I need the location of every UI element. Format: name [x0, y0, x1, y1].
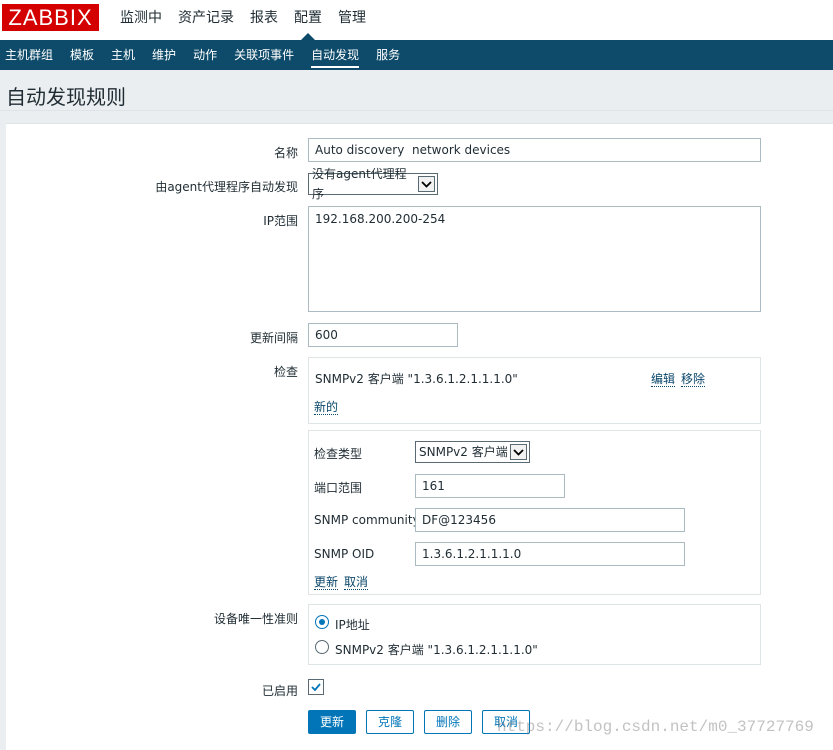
uniqueness-radio-snmp[interactable]	[315, 640, 329, 654]
main-nav-administration[interactable]: 管理	[330, 0, 374, 40]
uniqueness-option-snmp[interactable]: SNMPv2 客户端 "1.3.6.1.2.1.1.1.0"	[335, 641, 538, 658]
sub-nav: 主机群组 模板 主机 维护 动作 关联项事件 自动发现 服务	[0, 40, 833, 70]
main-nav-reports[interactable]: 报表	[242, 0, 286, 40]
sub-nav-hosts[interactable]: 主机	[105, 40, 144, 70]
uniqueness-label: 设备唯一性准则	[213, 612, 298, 626]
page-title: 自动发现规则	[6, 85, 126, 109]
check-type-value: SNMPv2 客户端	[419, 445, 508, 459]
new-check-link[interactable]: 新的	[314, 398, 339, 415]
header-divider	[0, 110, 833, 111]
sub-nav-correlation[interactable]: 关联项事件	[228, 40, 303, 70]
port-range-input[interactable]	[415, 474, 565, 498]
new-check-link-text[interactable]: 新的	[314, 400, 339, 415]
update-button[interactable]: 更新	[308, 710, 356, 734]
chevron-down-icon	[418, 176, 435, 192]
zabbix-logo[interactable]: ZABBIX	[2, 4, 99, 31]
snmp-community-input[interactable]	[415, 508, 685, 532]
top-bar: ZABBIX 监测中 资产记录 报表 配置 管理	[0, 0, 833, 40]
sub-nav-discovery[interactable]: 自动发现	[305, 40, 368, 70]
checks-list	[308, 357, 761, 424]
main-nav-monitoring[interactable]: 监测中	[112, 0, 170, 40]
port-range-label: 端口范围	[314, 481, 363, 495]
delete-button[interactable]: 删除	[424, 710, 472, 734]
edit-check-link[interactable]: 编辑	[651, 370, 676, 387]
snmp-oid-label: SNMP OID	[314, 547, 375, 561]
interval-input[interactable]	[308, 323, 458, 347]
enabled-checkbox[interactable]	[308, 679, 324, 695]
main-nav: 监测中 资产记录 报表 配置 管理	[112, 0, 374, 40]
cancel-check-link[interactable]: 取消	[344, 573, 369, 590]
clone-button[interactable]: 克隆	[366, 710, 414, 734]
main-nav-configuration[interactable]: 配置	[286, 0, 330, 40]
chevron-down-icon	[510, 444, 527, 460]
update-check-link[interactable]: 更新	[314, 573, 339, 590]
name-label: 名称	[273, 146, 298, 160]
edit-check-link-text[interactable]: 编辑	[651, 372, 676, 387]
checkmark-icon	[311, 683, 321, 692]
check-type-label: 检查类型	[314, 447, 363, 461]
sub-nav-maintenance[interactable]: 维护	[146, 40, 185, 70]
interval-label: 更新间隔	[249, 331, 298, 345]
check-type-select[interactable]: SNMPv2 客户端	[415, 441, 530, 463]
sub-nav-host-groups[interactable]: 主机群组	[0, 40, 62, 70]
snmp-community-label: SNMP community	[314, 513, 420, 527]
proxy-select[interactable]: 没有agent代理程序	[308, 167, 438, 201]
checks-label: 检查	[273, 365, 298, 379]
update-check-link-text[interactable]: 更新	[314, 575, 339, 590]
sub-nav-actions[interactable]: 动作	[187, 40, 226, 70]
proxy-label: 由agent代理程序自动发现	[155, 180, 298, 194]
check-item-text: SNMPv2 客户端 "1.3.6.1.2.1.1.1.0"	[315, 372, 518, 386]
snmp-oid-input[interactable]	[415, 542, 685, 566]
sub-nav-services[interactable]: 服务	[370, 40, 409, 70]
cancel-check-link-text[interactable]: 取消	[344, 575, 369, 590]
uniqueness-radio-ip[interactable]	[315, 615, 329, 629]
watermark: https://blog.csdn.net/m0_37727769	[497, 718, 814, 736]
enabled-label: 已启用	[261, 684, 298, 698]
sub-nav-templates[interactable]: 模板	[64, 40, 103, 70]
remove-check-link[interactable]: 移除	[681, 370, 706, 387]
name-input[interactable]	[308, 138, 761, 162]
ip-range-textarea[interactable]: 192.168.200.200-254	[308, 206, 761, 312]
main-nav-inventory[interactable]: 资产记录	[170, 0, 242, 40]
ip-range-label: IP范围	[263, 214, 298, 228]
remove-check-link-text[interactable]: 移除	[681, 372, 706, 387]
uniqueness-option-ip[interactable]: IP地址	[335, 616, 370, 633]
proxy-select-value: 没有agent代理程序	[312, 167, 407, 201]
